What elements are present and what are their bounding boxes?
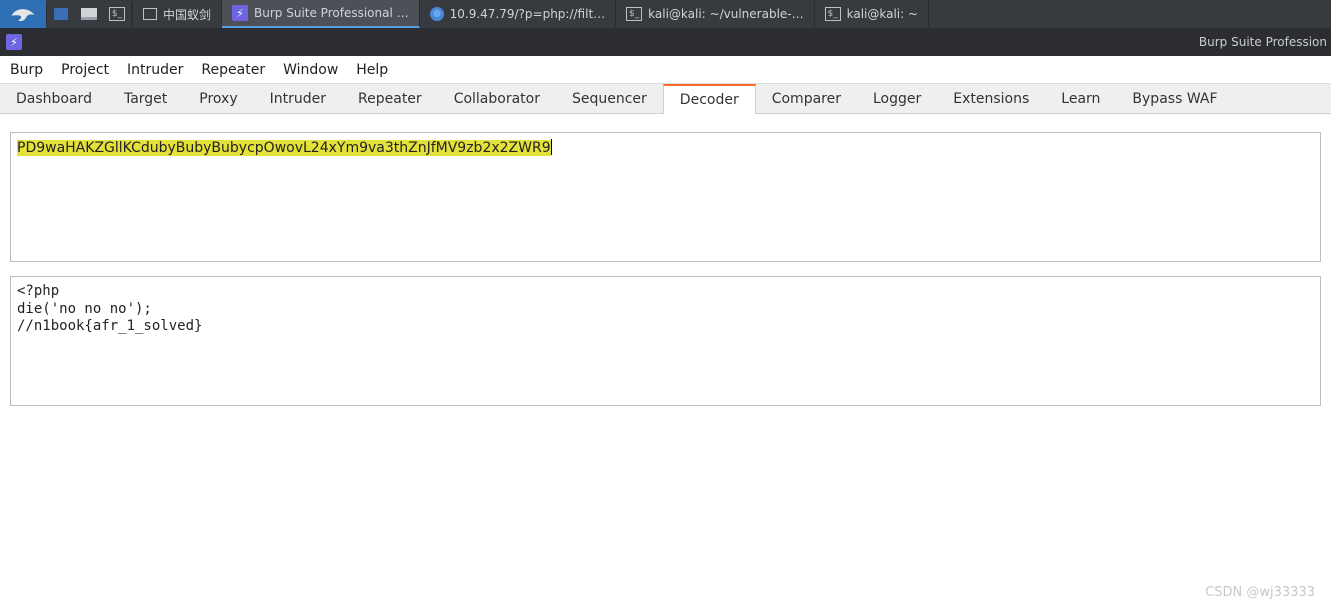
menu-intruder[interactable]: Intruder <box>127 62 183 78</box>
quick-launch-app-icon[interactable] <box>47 0 75 28</box>
taskbar-item-label: 中国蚁剑 <box>163 6 211 23</box>
os-taskbar: $_ 中国蚁剑 ⚡ Burp Suite Professional … 10.9… <box>0 0 1331 28</box>
tab-bypass-waf[interactable]: Bypass WAF <box>1116 84 1233 113</box>
menu-burp[interactable]: Burp <box>10 62 43 78</box>
taskbar-item-chromium[interactable]: 10.9.47.79/?p=php://filt… <box>420 0 617 28</box>
tab-intruder[interactable]: Intruder <box>254 84 342 113</box>
menu-window[interactable]: Window <box>283 62 338 78</box>
tab-target[interactable]: Target <box>108 84 183 113</box>
tab-extensions[interactable]: Extensions <box>937 84 1045 113</box>
taskbar-item-label: 10.9.47.79/?p=php://filt… <box>450 7 606 21</box>
taskbar-item-antsword[interactable]: 中国蚁剑 <box>133 0 222 28</box>
tab-repeater[interactable]: Repeater <box>342 84 438 113</box>
tab-logger[interactable]: Logger <box>857 84 937 113</box>
taskbar-item-label: Burp Suite Professional … <box>254 6 409 20</box>
quick-launch-terminal-icon[interactable]: $_ <box>103 0 131 28</box>
tab-dashboard[interactable]: Dashboard <box>0 84 108 113</box>
terminal-icon: $_ <box>825 7 841 21</box>
decoder-output-textarea[interactable]: <?php die('no no no'); //n1book{afr_1_so… <box>10 276 1321 406</box>
text-caret <box>551 139 552 155</box>
taskbar-item-terminal-2[interactable]: $_ kali@kali: ~ <box>815 0 929 28</box>
decoder-input-textarea[interactable]: PD9waHAKZGllKCdubyBubyBubycpOwovL24xYm9v… <box>10 132 1321 262</box>
menu-help[interactable]: Help <box>356 62 388 78</box>
taskbar-item-label: kali@kali: ~ <box>847 7 918 21</box>
app-menubar: Burp Project Intruder Repeater Window He… <box>0 56 1331 84</box>
menu-project[interactable]: Project <box>61 62 109 78</box>
taskbar-item-terminal-1[interactable]: $_ kali@kali: ~/vulnerable-… <box>616 0 814 28</box>
decoder-panel: PD9waHAKZGllKCdubyBubyBubycpOwovL24xYm9v… <box>0 114 1331 416</box>
chromium-icon <box>430 7 444 21</box>
burp-bolt-icon: ⚡ <box>232 5 248 21</box>
quick-launch: $_ <box>47 0 132 28</box>
taskbar-item-label: kali@kali: ~/vulnerable-… <box>648 7 803 21</box>
taskbar-item-burp[interactable]: ⚡ Burp Suite Professional … <box>222 0 420 28</box>
app-tabbar: Dashboard Target Proxy Intruder Repeater… <box>0 84 1331 114</box>
tab-proxy[interactable]: Proxy <box>183 84 253 113</box>
tab-learn[interactable]: Learn <box>1045 84 1116 113</box>
tab-comparer[interactable]: Comparer <box>756 84 857 113</box>
window-titlebar: ⚡ Burp Suite Profession <box>0 28 1331 56</box>
watermark: CSDN @wj33333 <box>1205 585 1315 600</box>
tab-sequencer[interactable]: Sequencer <box>556 84 663 113</box>
antsword-icon <box>143 8 157 20</box>
terminal-icon: $_ <box>626 7 642 21</box>
decoder-input-text: PD9waHAKZGllKCdubyBubyBubycpOwovL24xYm9v… <box>17 140 551 156</box>
kali-menu-button[interactable] <box>0 0 46 28</box>
burp-bolt-icon: ⚡ <box>6 34 22 50</box>
tab-collaborator[interactable]: Collaborator <box>438 84 556 113</box>
menu-repeater[interactable]: Repeater <box>201 62 265 78</box>
quick-launch-files-icon[interactable] <box>75 0 103 28</box>
tab-decoder[interactable]: Decoder <box>663 84 756 114</box>
kali-dragon-icon <box>10 4 36 24</box>
window-title: Burp Suite Profession <box>1199 35 1331 49</box>
